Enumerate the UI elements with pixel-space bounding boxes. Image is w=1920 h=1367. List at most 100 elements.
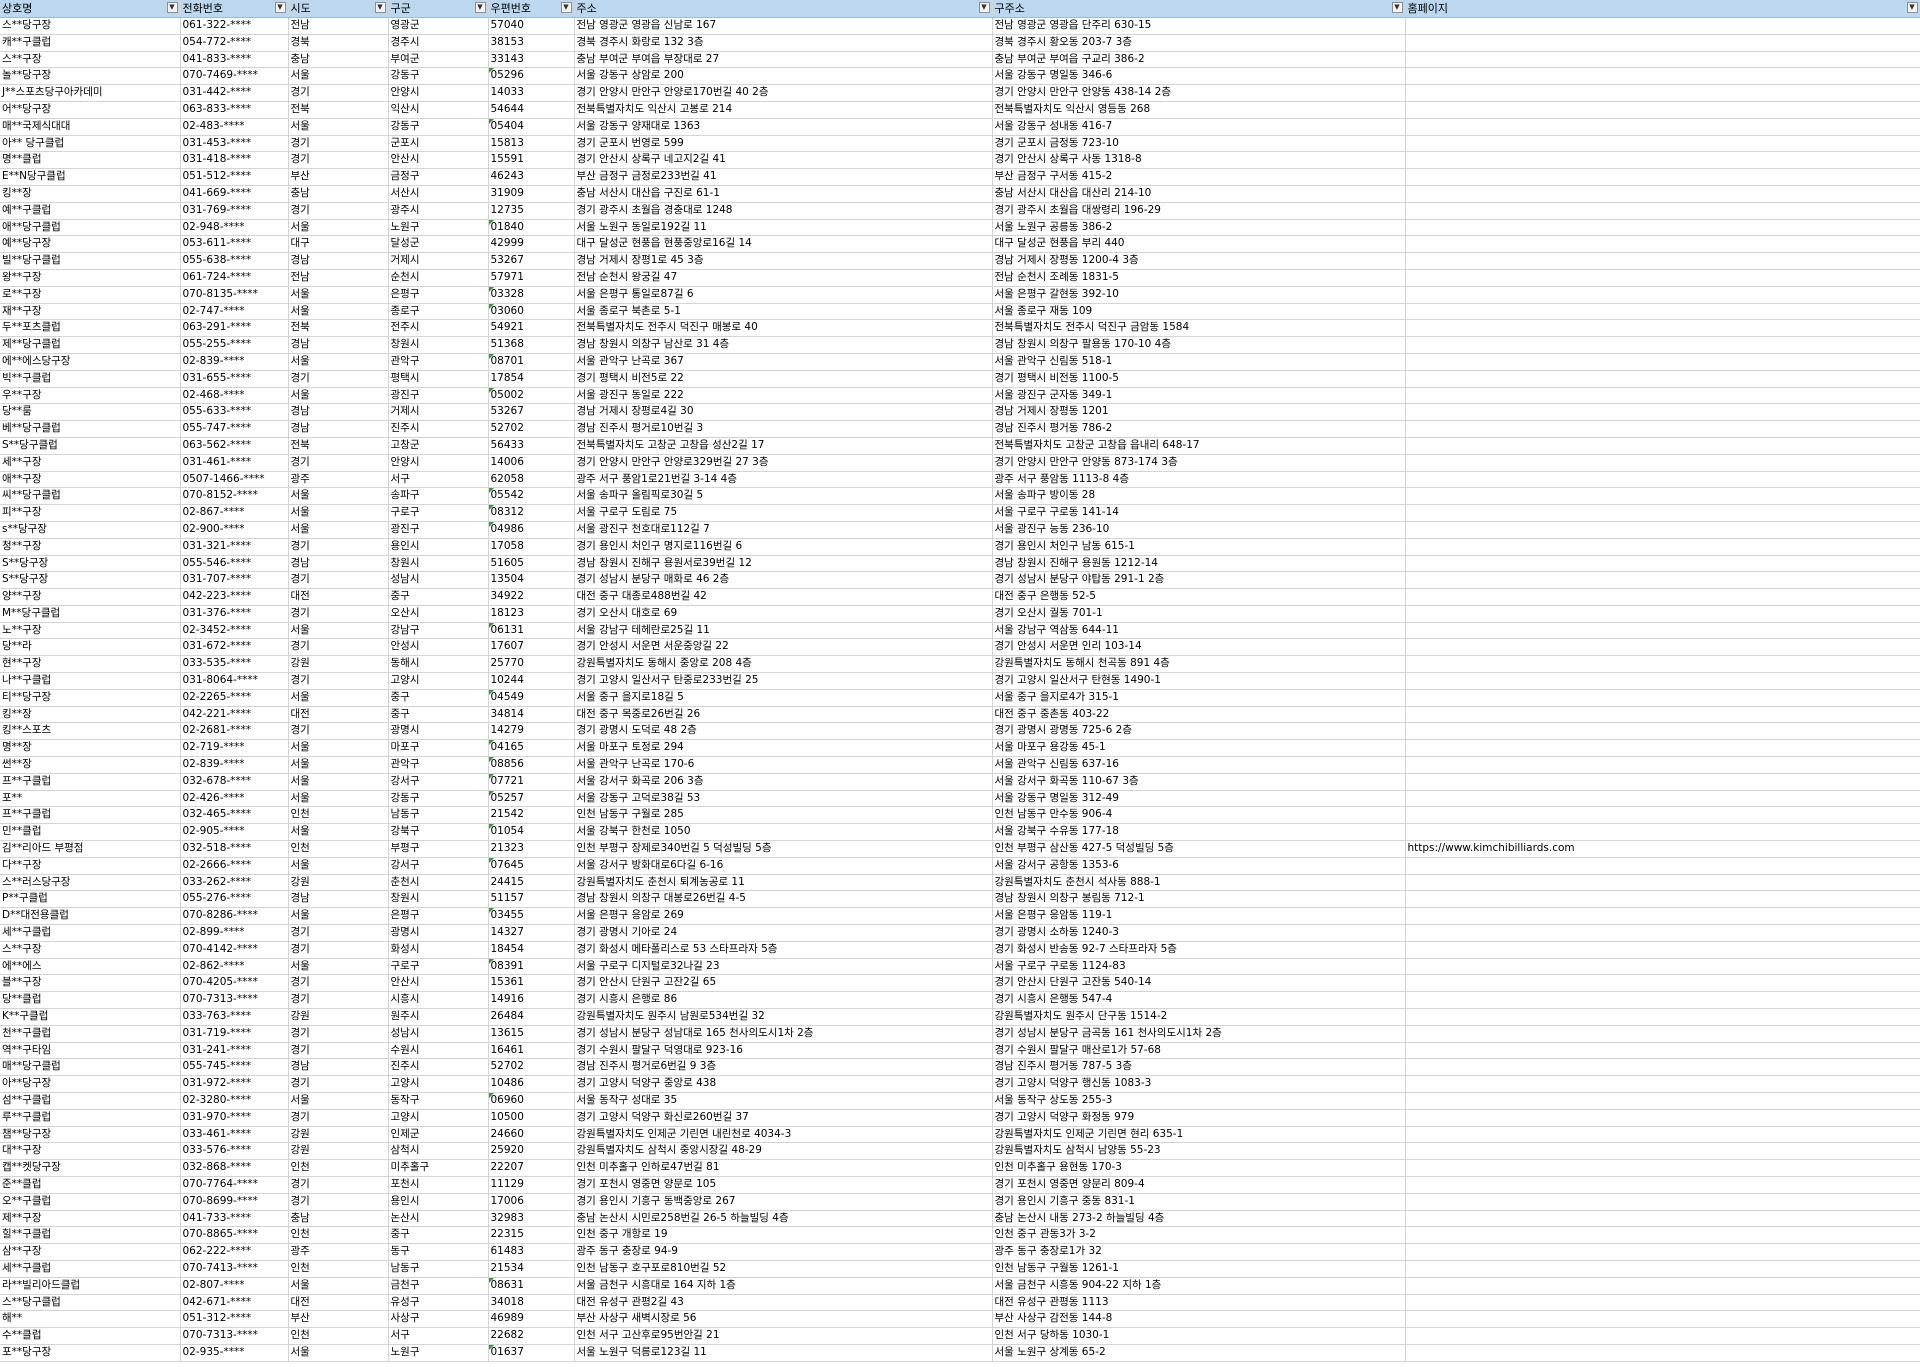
cell-old-address[interactable]: 대전 유성구 관평동 1113 [992, 1294, 1406, 1312]
cell-gugun[interactable]: 동해시 [388, 655, 489, 674]
cell-gugun[interactable]: 안성시 [388, 638, 489, 657]
cell-sido[interactable]: 서울 [288, 958, 389, 976]
table-row[interactable]: M**당구클럽 031-376-**** 경기 오산시 18123 경기 오산시 대호로 … [0, 605, 1920, 623]
cell-address[interactable]: 전남 순천시 왕궁길 47 [574, 269, 993, 287]
table-row[interactable]: 해** 051-312-**** 부산 사상구 46989 부산 사상구 새벽시장로 56… [0, 1310, 1920, 1329]
cell-address[interactable]: 경기 오산시 대호로 69 [574, 605, 993, 623]
cell-old-address[interactable]: 서울 강동구 성내동 416-7 [992, 118, 1406, 136]
cell-phone[interactable]: 031-442-**** [180, 84, 289, 102]
cell-name[interactable]: 세**구장 [0, 454, 181, 472]
cell-phone[interactable]: 032-868-**** [180, 1159, 289, 1177]
cell-zip[interactable]: 04986 [488, 521, 575, 539]
cell-homepage[interactable] [1405, 638, 1920, 657]
cell-zip[interactable]: 17058 [488, 538, 575, 556]
table-row[interactable]: 세**구클럽 02-899-**** 경기 광명시 14327 경기 광명시 기아로 24… [0, 924, 1920, 942]
cell-name[interactable]: 제**당구클럽 [0, 336, 181, 354]
cell-sido[interactable]: 대전 [288, 1294, 389, 1312]
cell-zip[interactable]: 07645 [488, 857, 575, 875]
cell-homepage[interactable]: https://www.kimchibilliards.com [1405, 840, 1920, 858]
cell-name[interactable]: 예**구클럽 [0, 202, 181, 220]
cell-homepage[interactable] [1405, 739, 1920, 758]
cell-address[interactable]: 서울 노원구 동일로192길 11 [574, 219, 993, 237]
cell-homepage[interactable] [1405, 655, 1920, 674]
cell-address[interactable]: 경기 고양시 일산서구 탄중로233번길 25 [574, 672, 993, 690]
cell-name[interactable]: 힐**구클럽 [0, 1226, 181, 1245]
cell-name[interactable]: 준**클럽 [0, 1176, 181, 1194]
cell-sido[interactable]: 대구 [288, 235, 389, 254]
cell-zip[interactable]: 21323 [488, 840, 575, 858]
cell-old-address[interactable]: 경기 광명시 소하동 1240-3 [992, 924, 1406, 942]
cell-old-address[interactable]: 서울 노원구 공릉동 386-2 [992, 219, 1406, 237]
cell-address[interactable]: 강원특별자치도 삼척시 중앙시장길 48-29 [574, 1142, 993, 1161]
table-row[interactable]: 왕**구장 061-724-**** 전남 순천시 57971 전남 순천시 왕궁길 47… [0, 269, 1920, 287]
cell-phone[interactable]: 070-7313-**** [180, 991, 289, 1010]
cell-zip[interactable]: 15813 [488, 135, 575, 153]
cell-address[interactable]: 서울 강서구 화곡로 206 3층 [574, 773, 993, 791]
cell-old-address[interactable]: 서울 광진구 군자동 349-1 [992, 387, 1406, 405]
cell-sido[interactable]: 경기 [288, 1109, 389, 1127]
cell-gugun[interactable]: 광주시 [388, 202, 489, 220]
table-row[interactable]: 현**구장 033-535-**** 강원 동해시 25770 강원특별자치도 동해시 중… [0, 655, 1920, 674]
cell-name[interactable]: 캐**구클럽 [0, 34, 181, 52]
table-row[interactable]: 역**구타임 031-241-**** 경기 수원시 16461 경기 수원시 팔달구 덕… [0, 1042, 1920, 1060]
cell-sido[interactable]: 경남 [288, 420, 389, 438]
cell-address[interactable]: 경기 평택시 비전5로 22 [574, 370, 993, 388]
cell-old-address[interactable]: 인천 남동구 만수동 906-4 [992, 806, 1406, 825]
cell-name[interactable]: 스**구장 [0, 941, 181, 959]
cell-zip[interactable]: 06131 [488, 622, 575, 640]
cell-old-address[interactable]: 경기 용인시 처인구 남동 615-1 [992, 538, 1406, 556]
cell-sido[interactable]: 경남 [288, 1058, 389, 1077]
cell-zip[interactable]: 14916 [488, 991, 575, 1010]
cell-gugun[interactable]: 금정구 [388, 168, 489, 186]
cell-gugun[interactable]: 송파구 [388, 487, 489, 506]
cell-address[interactable]: 경기 광명시 기아로 24 [574, 924, 993, 942]
cell-homepage[interactable] [1405, 1176, 1920, 1194]
table-row[interactable]: 섬**구클럽 02-3280-**** 서울 동작구 06960 서울 동작구 성대로 3… [0, 1092, 1920, 1110]
header-old-address[interactable]: 구주소 ▼ [992, 0, 1406, 18]
cell-old-address[interactable]: 경기 시흥시 은행동 547-4 [992, 991, 1406, 1010]
cell-phone[interactable]: 031-321-**** [180, 538, 289, 556]
cell-gugun[interactable]: 서산시 [388, 185, 489, 203]
cell-zip[interactable]: 08856 [488, 756, 575, 774]
cell-phone[interactable]: 02-899-**** [180, 924, 289, 942]
cell-phone[interactable]: 031-970-**** [180, 1109, 289, 1127]
cell-gugun[interactable]: 강서구 [388, 857, 489, 875]
cell-old-address[interactable]: 전북특별자치도 익산시 영등동 268 [992, 101, 1406, 119]
table-row[interactable]: 예**당구장 053-611-**** 대구 달성군 42999 대구 달성군 현풍읍 현… [0, 235, 1920, 254]
cell-phone[interactable]: 031-769-**** [180, 202, 289, 220]
cell-gugun[interactable]: 강동구 [388, 118, 489, 136]
cell-gugun[interactable]: 익산시 [388, 101, 489, 119]
cell-gugun[interactable]: 전주시 [388, 319, 489, 338]
cell-address[interactable]: 서울 중구 을지로18길 5 [574, 689, 993, 707]
cell-old-address[interactable]: 부산 금정구 구서동 415-2 [992, 168, 1406, 186]
cell-zip[interactable]: 06960 [488, 1092, 575, 1110]
cell-name[interactable]: 스**구장 [0, 51, 181, 69]
cell-old-address[interactable]: 경남 창원시 의창구 봉림동 712-1 [992, 890, 1406, 909]
table-row[interactable]: 베**당구클럽 055-747-**** 경남 진주시 52702 경남 진주시 평거로1… [0, 420, 1920, 438]
cell-name[interactable]: 현**구장 [0, 655, 181, 674]
cell-sido[interactable]: 경기 [288, 672, 389, 690]
cell-gugun[interactable]: 용인시 [388, 538, 489, 556]
cell-old-address[interactable]: 서울 종로구 재동 109 [992, 303, 1406, 321]
cell-gugun[interactable]: 오산시 [388, 605, 489, 623]
cell-gugun[interactable]: 달성군 [388, 235, 489, 254]
cell-phone[interactable]: 02-807-**** [180, 1277, 289, 1295]
cell-name[interactable]: 스**당구장 [0, 17, 181, 35]
table-row[interactable]: 썬**장 02-839-**** 서울 관악구 08856 서울 관악구 난곡로 170-… [0, 756, 1920, 774]
cell-phone[interactable]: 055-633-**** [180, 403, 289, 422]
cell-sido[interactable]: 인천 [288, 1327, 389, 1345]
cell-old-address[interactable]: 서울 노원구 상계동 65-2 [992, 1344, 1406, 1362]
cell-gugun[interactable]: 원주시 [388, 1008, 489, 1026]
cell-name[interactable]: 킹**장 [0, 185, 181, 203]
cell-sido[interactable]: 경기 [288, 1176, 389, 1194]
cell-sido[interactable]: 대전 [288, 706, 389, 724]
cell-gugun[interactable]: 안양시 [388, 84, 489, 102]
cell-homepage[interactable] [1405, 319, 1920, 338]
table-row[interactable]: 삼**구장 062-222-**** 광주 동구 61483 광주 동구 충장로 94-9… [0, 1243, 1920, 1261]
table-row[interactable]: 매**국제식대대 02-483-**** 서울 강동구 05404 서울 강동구 양재대로… [0, 118, 1920, 136]
cell-address[interactable]: 경기 광주시 초월읍 경충대로 1248 [574, 202, 993, 220]
cell-address[interactable]: 서울 송파구 올림픽로30길 5 [574, 487, 993, 506]
cell-zip[interactable]: 51368 [488, 336, 575, 354]
cell-sido[interactable]: 경기 [288, 1075, 389, 1093]
cell-address[interactable]: 강원특별자치도 원주시 남원로534번길 32 [574, 1008, 993, 1026]
